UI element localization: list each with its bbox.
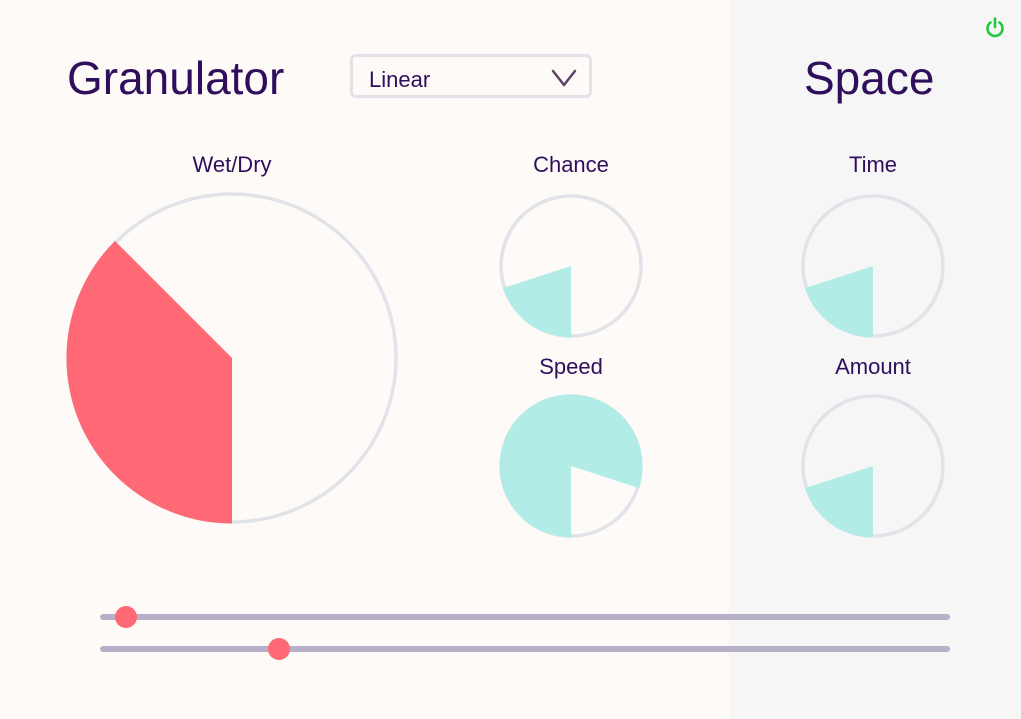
speed-label: Speed — [539, 354, 603, 379]
time-label: Time — [848, 152, 898, 177]
slider-1-track[interactable] — [100, 614, 950, 620]
wet-dry-label: Wet/Dry — [192, 152, 272, 177]
power-icon[interactable] — [984, 16, 1006, 40]
wet-dry-knob-fill — [66, 240, 233, 524]
chance-knob-fill — [502, 266, 571, 338]
mode-select-value: Linear — [369, 67, 431, 92]
amount-knob-fill — [804, 466, 873, 538]
plugin-window: Granulator Space Linear Wet/Dry Chance S… — [0, 0, 1021, 719]
chevron-down-icon — [551, 69, 577, 87]
speed-knob[interactable] — [495, 392, 647, 544]
time-knob-fill — [804, 266, 873, 338]
granulator-title: Granulator — [67, 52, 285, 104]
slider-1-thumb[interactable] — [114, 606, 137, 628]
mode-select[interactable]: Linear — [350, 54, 592, 98]
space-title: Space — [804, 52, 935, 104]
amount-knob[interactable] — [797, 392, 949, 544]
slider-2-track[interactable] — [100, 646, 950, 652]
slider-1[interactable] — [100, 606, 950, 628]
slider-2-thumb[interactable] — [267, 638, 290, 660]
chance-knob[interactable] — [495, 192, 647, 344]
slider-2[interactable] — [100, 638, 950, 660]
wet-dry-knob[interactable] — [62, 190, 402, 530]
time-knob[interactable] — [797, 192, 949, 344]
chance-label: Chance — [533, 152, 609, 177]
amount-label: Amount — [835, 354, 911, 379]
